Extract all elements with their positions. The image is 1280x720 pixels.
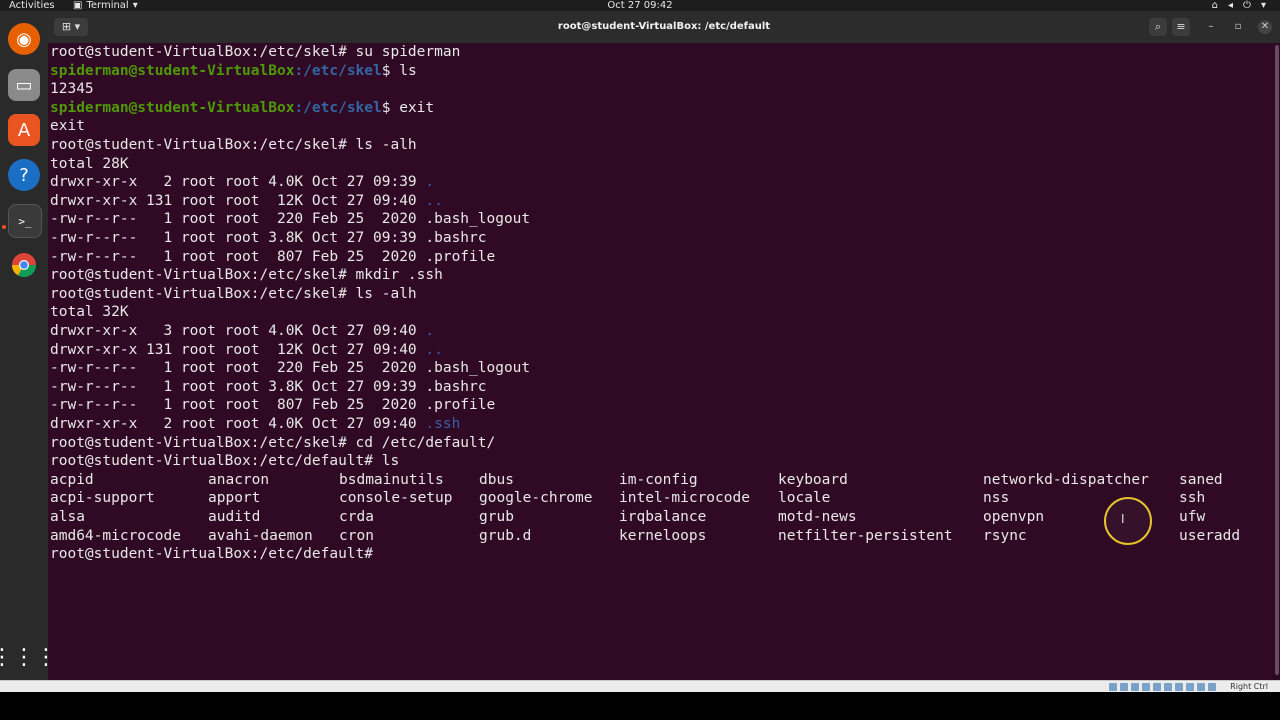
terminal-line: root@student-VirtualBox:/etc/skel# cd /e… bbox=[50, 434, 496, 451]
terminal-line: 12345 bbox=[50, 81, 94, 98]
ls-entry: bsdmainutils bbox=[339, 471, 444, 488]
chrome-icon[interactable] bbox=[8, 249, 40, 281]
display-icon[interactable] bbox=[1175, 683, 1183, 691]
network-icon: ⌂ bbox=[1211, 0, 1219, 11]
terminal-line: -rw-r--r-- 1 root root 220 Feb 25 2020 .… bbox=[50, 360, 531, 377]
chevron-down-icon: ▾ bbox=[1260, 0, 1266, 11]
ls-entry: anacron bbox=[208, 471, 270, 488]
close-icon: ✕ bbox=[1260, 21, 1270, 32]
terminal-line: drwxr-xr-x 131 root root 12K Oct 27 09:4… bbox=[50, 192, 443, 209]
ls-entry: intel-microcode bbox=[619, 490, 750, 507]
ls-entry: openvpn bbox=[983, 509, 1045, 525]
top-bar: Activities ▣ Terminal ▾ Oct 27 09:42 ⌂ ◂… bbox=[0, 0, 1280, 11]
ls-entry: saned bbox=[1179, 471, 1223, 488]
ls-entry: grub bbox=[479, 509, 514, 525]
terminal-icon[interactable]: >_ bbox=[8, 204, 42, 238]
search-icon: ⌕ bbox=[1154, 20, 1162, 33]
terminal-line: exit bbox=[50, 118, 85, 135]
terminal-line: root@student-VirtualBox:/etc/default# ls bbox=[50, 453, 400, 470]
help-icon[interactable]: ? bbox=[8, 159, 40, 191]
optical-drive-icon[interactable] bbox=[1120, 683, 1128, 691]
terminal-line: -rw-r--r-- 1 root root 807 Feb 25 2020 .… bbox=[50, 397, 496, 414]
minimize-button[interactable]: – bbox=[1204, 20, 1218, 34]
terminal-line: spiderman@student-VirtualBox:/etc/skel$ … bbox=[50, 99, 435, 116]
dock: ◉ ▭ A ? >_ ⋮⋮⋮ bbox=[0, 11, 57, 680]
apps-grid-icon[interactable]: ⋮⋮⋮ bbox=[0, 641, 57, 673]
terminal-line: total 28K bbox=[50, 155, 129, 172]
mouse-integration-icon[interactable] bbox=[1208, 683, 1216, 691]
cpu-icon[interactable] bbox=[1197, 683, 1205, 691]
vbox-device-icons bbox=[1109, 683, 1216, 691]
ls-entry: auditd bbox=[208, 509, 261, 525]
software-icon[interactable]: A bbox=[8, 114, 40, 146]
bottom-strip bbox=[0, 692, 1280, 720]
ls-entry: dbus bbox=[479, 471, 514, 488]
ls-entry: networkd-dispatcher bbox=[983, 471, 1149, 488]
shared-folder-icon[interactable] bbox=[1164, 683, 1172, 691]
ls-entry: cron bbox=[339, 527, 374, 544]
terminal-line: root@student-VirtualBox:/etc/skel# su sp… bbox=[50, 44, 461, 60]
terminal-line: -rw-r--r-- 1 root root 807 Feb 25 2020 .… bbox=[50, 248, 496, 265]
system-tray[interactable]: ⌂ ◂ ⏻ ▾ bbox=[1212, 0, 1266, 11]
terminal-prompt[interactable]: root@student-VirtualBox:/etc/default# bbox=[50, 545, 382, 563]
terminal-output[interactable]: root@student-VirtualBox:/etc/skel# su sp… bbox=[48, 43, 1274, 680]
ls-entry: acpi-support bbox=[50, 490, 155, 507]
ls-entry: useradd bbox=[1179, 527, 1241, 544]
terminal-line: root@student-VirtualBox:/etc/skel# ls -a… bbox=[50, 137, 417, 153]
ls-entry: console-setup bbox=[339, 490, 453, 507]
ls-entry: acpid bbox=[50, 471, 94, 488]
ls-entry: ufw bbox=[1179, 509, 1206, 525]
ls-entry: motd-news bbox=[778, 509, 857, 525]
ls-entry: apport bbox=[208, 490, 261, 507]
audio-icon[interactable] bbox=[1131, 683, 1139, 691]
ls-entry: keyboard bbox=[778, 471, 848, 488]
ls-entry: im-config bbox=[619, 471, 698, 488]
cursor-highlight bbox=[1104, 497, 1152, 545]
ls-entry: nss bbox=[983, 490, 1010, 507]
ls-entry: rsync bbox=[983, 527, 1027, 544]
network-adapter-icon[interactable] bbox=[1142, 683, 1150, 691]
maximize-button[interactable]: ▫ bbox=[1231, 20, 1245, 34]
clock[interactable]: Oct 27 09:42 bbox=[0, 0, 1280, 11]
power-icon: ⏻ bbox=[1243, 0, 1251, 11]
ls-entry: avahi-daemon bbox=[208, 527, 313, 544]
search-button[interactable]: ⌕ bbox=[1149, 18, 1167, 36]
terminal-line: root@student-VirtualBox:/etc/skel# mkdir… bbox=[50, 267, 443, 284]
ls-entry: netfilter-persistent bbox=[778, 527, 953, 544]
scrollbar-thumb[interactable] bbox=[1275, 45, 1279, 675]
terminal-line: root@student-VirtualBox:/etc/skel# ls -a… bbox=[50, 285, 417, 302]
ls-entry: amd64-microcode bbox=[50, 527, 181, 544]
terminal-headerbar: ⊞ ▾ root@student-VirtualBox: /etc/defaul… bbox=[48, 11, 1280, 44]
close-button[interactable]: ✕ bbox=[1258, 20, 1272, 34]
firefox-icon[interactable]: ◉ bbox=[8, 23, 40, 55]
volume-icon: ◂ bbox=[1228, 0, 1234, 11]
ls-entry: kerneloops bbox=[619, 527, 707, 544]
terminal-line: spiderman@student-VirtualBox:/etc/skel$ … bbox=[50, 62, 417, 79]
ls-entry: irqbalance bbox=[619, 509, 707, 525]
terminal-line: drwxr-xr-x 2 root root 4.0K Oct 27 09:40… bbox=[50, 416, 461, 432]
ls-entry: google-chrome bbox=[479, 490, 593, 507]
terminal-line: total 32K bbox=[50, 304, 129, 321]
ls-entry-directory: grub.d bbox=[479, 527, 532, 544]
ibeam-cursor-icon: I bbox=[1121, 512, 1125, 526]
usb-icon[interactable] bbox=[1153, 683, 1161, 691]
terminal-line: drwxr-xr-x 3 root root 4.0K Oct 27 09:40… bbox=[50, 323, 435, 339]
terminal-line: drwxr-xr-x 2 root root 4.0K Oct 27 09:39… bbox=[50, 174, 435, 191]
ls-entry: crda bbox=[339, 509, 374, 525]
storage-icon[interactable] bbox=[1109, 683, 1117, 691]
terminal-line: -rw-r--r-- 1 root root 3.8K Oct 27 09:39… bbox=[50, 230, 487, 246]
terminal-line: -rw-r--r-- 1 root root 3.8K Oct 27 09:39… bbox=[50, 378, 487, 395]
terminal-line: -rw-r--r-- 1 root root 220 Feb 25 2020 .… bbox=[50, 211, 531, 228]
window-title: root@student-VirtualBox: /etc/default bbox=[557, 21, 771, 32]
hamburger-icon: ≡ bbox=[1176, 20, 1186, 33]
active-indicator bbox=[2, 225, 6, 229]
ls-entry: locale bbox=[778, 490, 831, 507]
ls-entry: ssh bbox=[1179, 490, 1206, 507]
recording-icon[interactable] bbox=[1186, 683, 1194, 691]
menu-button[interactable]: ≡ bbox=[1172, 18, 1190, 36]
ls-entry: alsa bbox=[50, 509, 85, 525]
files-icon[interactable]: ▭ bbox=[8, 69, 40, 101]
terminal-line: drwxr-xr-x 131 root root 12K Oct 27 09:4… bbox=[50, 341, 443, 358]
